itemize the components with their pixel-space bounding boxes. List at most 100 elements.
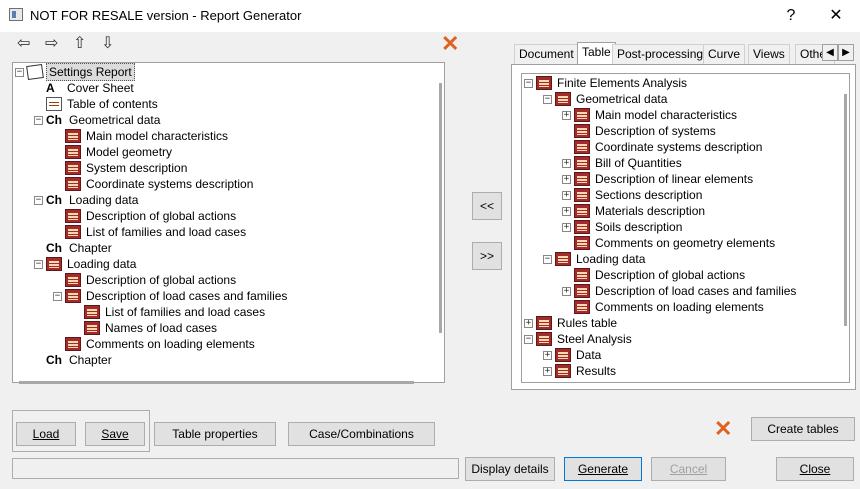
collapse-icon[interactable]: − <box>53 291 62 301</box>
save-button[interactable]: Save <box>85 422 145 446</box>
case-combinations-button[interactable]: Case/Combinations <box>288 422 435 446</box>
expand-icon[interactable]: + <box>543 350 552 360</box>
tree-node[interactable]: Chapter <box>34 240 114 256</box>
available-tables-tree[interactable]: − Finite Elements Analysis − Geometrical da… <box>521 73 850 383</box>
tab-curve[interactable]: Curve <box>703 44 746 64</box>
tree-node[interactable]: Comments on loading elements <box>562 299 766 315</box>
close-button[interactable]: Close <box>776 457 854 481</box>
expand-icon[interactable]: + <box>562 174 571 184</box>
tree-node[interactable]: + Materials description <box>562 203 707 219</box>
tree-node[interactable]: − Loading data <box>543 251 647 267</box>
tree-node-label: Steel Analysis <box>557 332 632 346</box>
right-tree-vscrollbar[interactable] <box>844 94 847 326</box>
help-button[interactable]: ? <box>781 6 801 26</box>
tree-node[interactable]: List of families and load cases <box>72 304 267 320</box>
collapse-icon[interactable]: − <box>524 78 533 88</box>
expand-icon[interactable]: + <box>562 158 571 168</box>
expand-icon[interactable]: + <box>562 110 571 120</box>
tree-node[interactable]: − Loading data <box>34 192 140 208</box>
left-tree-vscrollbar[interactable] <box>439 83 442 333</box>
table-properties-button[interactable]: Table properties <box>154 422 276 446</box>
collapse-icon[interactable]: − <box>15 67 24 77</box>
move-left-icon[interactable]: ⇦ <box>17 36 30 52</box>
table-icon <box>555 92 571 106</box>
delete-table-icon[interactable]: ✕ <box>714 418 732 440</box>
tree-node[interactable]: Description of global actions <box>562 267 747 283</box>
tree-node[interactable]: Cover Sheet <box>34 80 136 96</box>
tab-panel: − Finite Elements Analysis − Geometrical da… <box>511 64 856 390</box>
tree-node[interactable]: − Geometrical data <box>34 112 162 128</box>
load-button[interactable]: Load <box>16 422 76 446</box>
tree-node[interactable]: − Geometrical data <box>543 91 669 107</box>
table-icon <box>65 145 81 159</box>
display-details-button[interactable]: Display details <box>465 457 555 481</box>
tree-node[interactable]: Model geometry <box>53 144 174 160</box>
tree-node[interactable]: + Main model characteristics <box>562 107 739 123</box>
collapse-icon[interactable]: − <box>34 259 43 269</box>
tab-document[interactable]: Document <box>514 44 579 64</box>
table-icon <box>65 209 81 223</box>
tree-node[interactable]: + Sections description <box>562 187 704 203</box>
left-tree-hscrollbar[interactable] <box>19 381 414 384</box>
tree-node[interactable]: Coordinate systems description <box>53 176 255 192</box>
tree-node[interactable]: + Bill of Quantities <box>562 155 684 171</box>
expand-icon[interactable]: + <box>562 206 571 216</box>
expand-icon[interactable]: + <box>562 286 571 296</box>
move-up-icon[interactable]: ⇧ <box>73 36 86 52</box>
delete-report-item-icon[interactable]: ✕ <box>441 33 459 55</box>
collapse-icon[interactable]: − <box>543 94 552 104</box>
move-right-icon[interactable]: ⇨ <box>45 36 58 52</box>
tree-node-label: List of families and load cases <box>105 305 266 319</box>
tree-node[interactable]: + Description of linear elements <box>562 171 755 187</box>
collapse-icon[interactable]: − <box>34 195 43 205</box>
tree-node[interactable]: − Finite Elements Analysis <box>524 75 689 91</box>
remove-from-report-button[interactable]: << <box>472 192 502 220</box>
generate-button[interactable]: Generate <box>564 457 642 481</box>
tree-node[interactable]: System description <box>53 160 189 176</box>
tree-node[interactable]: List of families and load cases <box>53 224 248 240</box>
tab-views[interactable]: Views <box>748 44 790 64</box>
tab-scroll-right-icon[interactable]: ▶ <box>838 44 854 61</box>
table-icon <box>574 204 590 218</box>
table-icon <box>574 124 590 138</box>
tree-node[interactable]: Main model characteristics <box>53 128 230 144</box>
collapse-icon[interactable]: − <box>34 115 43 125</box>
tree-node[interactable]: Description of global actions <box>53 272 238 288</box>
tree-node[interactable]: + Description of load cases and families <box>562 283 798 299</box>
tree-node[interactable]: + Rules table <box>524 315 619 331</box>
tree-node-label: Geometrical data <box>69 113 161 127</box>
move-down-icon[interactable]: ⇩ <box>101 36 114 52</box>
tab-post-processing[interactable]: Post-processing <box>612 44 709 64</box>
tree-node[interactable]: − Loading data <box>34 256 138 272</box>
collapse-icon[interactable]: − <box>524 334 533 344</box>
tree-node[interactable]: − Steel Analysis <box>524 331 634 347</box>
tree-node[interactable]: Table of contents <box>34 96 160 112</box>
tree-node-label: Description of global actions <box>86 273 237 287</box>
expand-icon[interactable]: + <box>543 366 552 376</box>
tree-node[interactable]: − Settings Report <box>15 63 135 81</box>
tree-node[interactable]: Description of systems <box>562 123 718 139</box>
close-window-button[interactable]: ✕ <box>826 6 846 26</box>
expand-icon[interactable]: + <box>562 190 571 200</box>
tree-node[interactable]: Comments on geometry elements <box>562 235 777 251</box>
tree-node[interactable]: + Data <box>543 347 603 363</box>
report-structure-tree[interactable]: − Settings ReportCover Sheet Table of cont… <box>12 62 445 384</box>
tab-scroll-left-icon[interactable]: ◀ <box>822 44 838 61</box>
tree-node[interactable]: Chapter <box>34 352 114 368</box>
tab-table[interactable]: Table <box>577 42 616 65</box>
tree-node[interactable]: − Description of load cases and families <box>53 288 289 304</box>
tree-node[interactable]: + Results <box>543 363 618 379</box>
expand-icon[interactable]: + <box>562 222 571 232</box>
collapse-icon[interactable]: − <box>543 254 552 264</box>
tree-node-label: Comments on loading elements <box>86 337 255 351</box>
add-to-report-button[interactable]: >> <box>472 242 502 270</box>
tree-node[interactable]: Names of load cases <box>72 320 219 336</box>
left-tree-content: − Settings ReportCover Sheet Table of cont… <box>13 63 444 382</box>
cancel-button[interactable]: Cancel <box>651 457 726 481</box>
tree-node[interactable]: + Soils description <box>562 219 684 235</box>
tree-node[interactable]: Description of global actions <box>53 208 238 224</box>
tree-node[interactable]: Coordinate systems description <box>562 139 764 155</box>
tree-node[interactable]: Comments on loading elements <box>53 336 257 352</box>
create-tables-button[interactable]: Create tables <box>751 417 855 441</box>
expand-icon[interactable]: + <box>524 318 533 328</box>
